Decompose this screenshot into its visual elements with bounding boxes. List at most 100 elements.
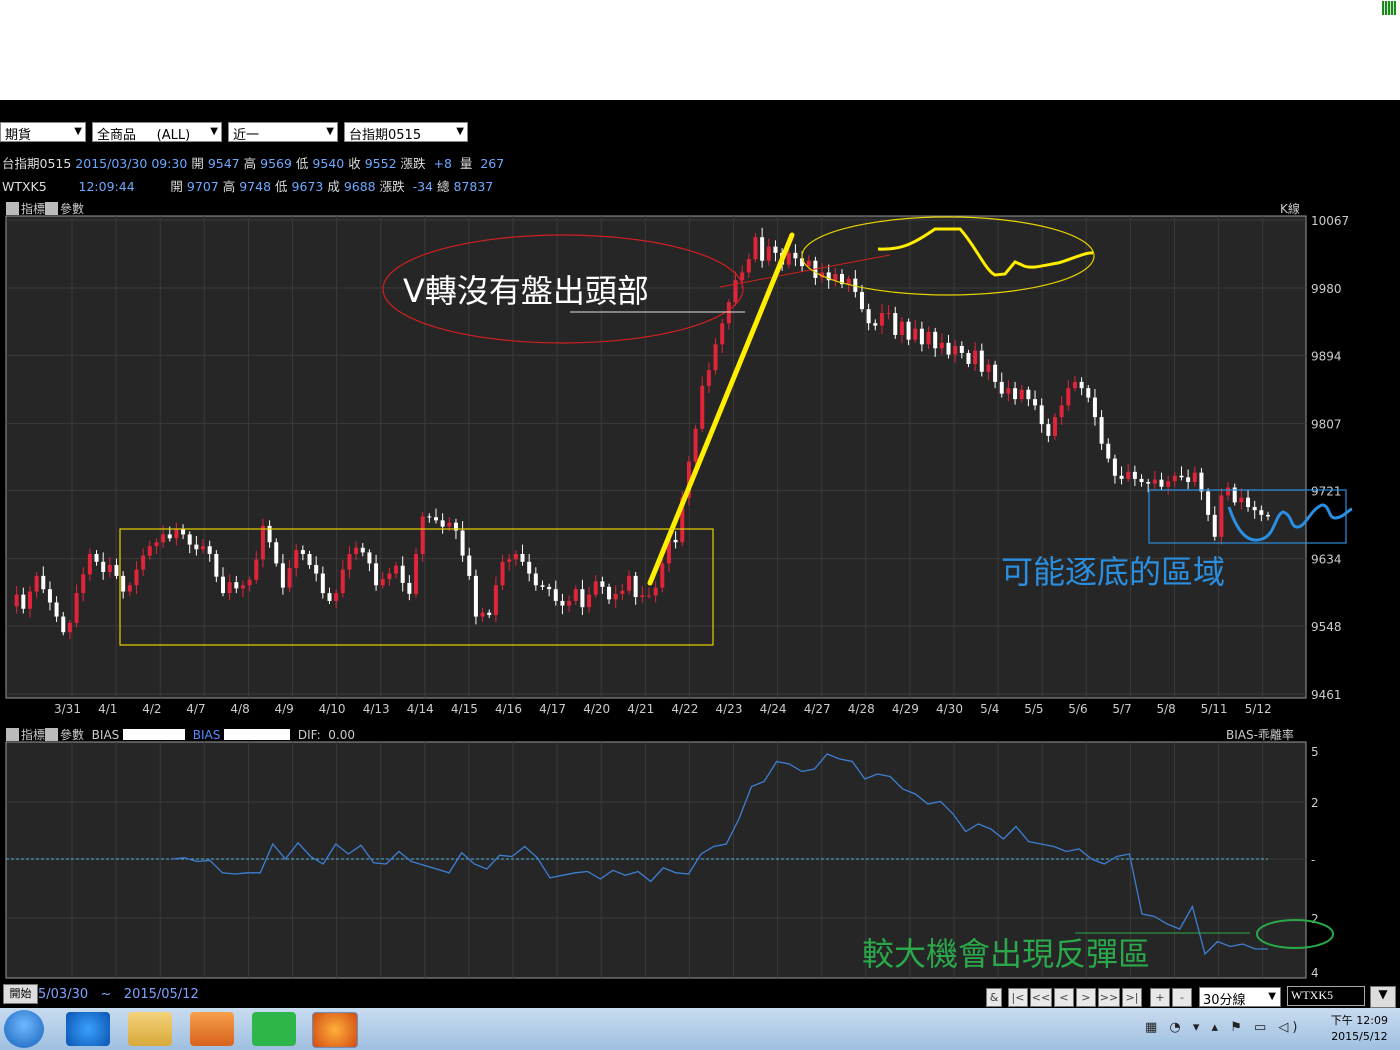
- candle-body: [906, 321, 911, 340]
- candle-body: [1139, 478, 1144, 483]
- candle-body: [74, 593, 79, 623]
- candle-body: [713, 344, 718, 371]
- candle-body: [919, 328, 924, 345]
- taskbar: ▦ ◔ ▾ ▴ ⚑ ▭ ◁) 下午 12:09 2015/5/12: [0, 1008, 1400, 1050]
- candle-body: [507, 559, 512, 562]
- candle-body: [500, 561, 505, 586]
- start-badge[interactable]: 開始: [3, 984, 38, 1004]
- candle-body: [1006, 388, 1011, 394]
- internet-explorer-icon[interactable]: [66, 1012, 110, 1046]
- candle-body: [627, 575, 632, 591]
- candle-body: [1219, 495, 1224, 537]
- candle-body: [260, 525, 265, 560]
- candle-body: [141, 555, 146, 570]
- nav-button[interactable]: >: [1076, 988, 1096, 1007]
- candle-body: [573, 589, 578, 601]
- candle-body: [587, 594, 592, 608]
- nav-button[interactable]: <: [1054, 988, 1074, 1007]
- candle-body: [473, 575, 478, 617]
- candle-body: [1092, 397, 1097, 418]
- candle-body: [560, 600, 565, 606]
- candle-body: [101, 561, 106, 572]
- candle-body: [161, 534, 166, 543]
- candle-body: [913, 328, 918, 340]
- candle-body: [407, 582, 412, 594]
- candle-body: [1192, 472, 1197, 483]
- candle-body: [1146, 482, 1151, 484]
- candle-body: [34, 575, 39, 592]
- date-tick-label: 5/8: [1157, 702, 1176, 716]
- candle-body: [47, 589, 52, 603]
- candle-body: [167, 534, 172, 539]
- candle-body: [533, 573, 538, 586]
- panel-menu-button[interactable]: ▼: [1370, 986, 1396, 1008]
- media-player-icon[interactable]: [190, 1012, 234, 1046]
- candle-body: [1199, 472, 1204, 492]
- candle-body: [460, 530, 465, 556]
- nav-button[interactable]: <<: [1030, 988, 1052, 1007]
- system-tray[interactable]: ▦ ◔ ▾ ▴ ⚑ ▭ ◁): [1145, 1020, 1301, 1035]
- date-tick-label: 4/21: [627, 702, 654, 716]
- candle-body: [61, 616, 66, 633]
- candle-body: [553, 589, 558, 601]
- candle-body: [360, 547, 365, 553]
- date-tick-label: 4/23: [716, 702, 743, 716]
- candle-body: [806, 260, 811, 267]
- candle-body: [653, 587, 658, 596]
- candle-body: [1152, 479, 1157, 484]
- date-tick-label: 4/30: [936, 702, 963, 716]
- candle-body: [939, 342, 944, 349]
- nav-button[interactable]: >|: [1122, 988, 1142, 1007]
- candle-body: [1039, 405, 1044, 425]
- candle-body: [926, 331, 931, 345]
- file-explorer-icon[interactable]: [128, 1012, 172, 1046]
- candle-body: [1053, 417, 1058, 436]
- candle-body: [41, 575, 46, 590]
- candle-body: [613, 593, 618, 600]
- candle-body: [580, 589, 585, 608]
- price-tick-label: 9721: [1311, 485, 1342, 499]
- date-range: 5/03/30 ~ 2015/05/12: [38, 987, 199, 1002]
- candle-body: [327, 593, 332, 601]
- candle-body: [646, 595, 651, 597]
- candle-body: [786, 252, 791, 265]
- candle-body: [773, 246, 778, 253]
- clock[interactable]: 下午 12:09 2015/5/12: [1331, 1013, 1388, 1045]
- candle-body: [1033, 399, 1038, 406]
- candle-body: [1206, 491, 1211, 515]
- line-app-icon[interactable]: [252, 1012, 296, 1046]
- candle-body: [14, 594, 19, 607]
- candle-body: [999, 381, 1004, 394]
- candle-body: [540, 585, 545, 587]
- timeframe-select[interactable]: 30分線 ▼: [1199, 987, 1281, 1008]
- date-tick-label: 4/8: [230, 702, 249, 716]
- candle-body: [300, 550, 305, 554]
- nav-button[interactable]: +: [1150, 988, 1170, 1007]
- candle-body: [600, 581, 605, 587]
- price-tick-label: 9980: [1311, 282, 1342, 296]
- candle-body: [67, 622, 72, 633]
- candle-body: [447, 522, 452, 527]
- candle-body: [527, 561, 532, 574]
- candle-body: [127, 585, 132, 592]
- candle-body: [953, 345, 958, 355]
- nav-button[interactable]: -: [1172, 988, 1192, 1007]
- candle-body: [440, 520, 445, 527]
- firefox-icon[interactable]: [312, 1012, 358, 1048]
- windows-start-icon[interactable]: [4, 1010, 44, 1048]
- nav-button[interactable]: |<: [1008, 988, 1028, 1007]
- candle-body: [54, 602, 59, 617]
- symbol-input[interactable]: WTXK5: [1287, 986, 1365, 1006]
- candle-body: [194, 544, 199, 550]
- chevron-down-icon: ▼: [1378, 987, 1388, 1001]
- candle-body: [1072, 381, 1077, 389]
- candle-body: [467, 555, 472, 576]
- candle-body: [859, 291, 864, 310]
- nav-button[interactable]: >>: [1098, 988, 1120, 1007]
- candle-body: [746, 259, 751, 273]
- candle-body: [1099, 417, 1104, 444]
- candle-body: [513, 553, 518, 560]
- candle-body: [753, 237, 758, 260]
- nav-button[interactable]: &: [986, 988, 1002, 1007]
- candle-body: [247, 579, 252, 586]
